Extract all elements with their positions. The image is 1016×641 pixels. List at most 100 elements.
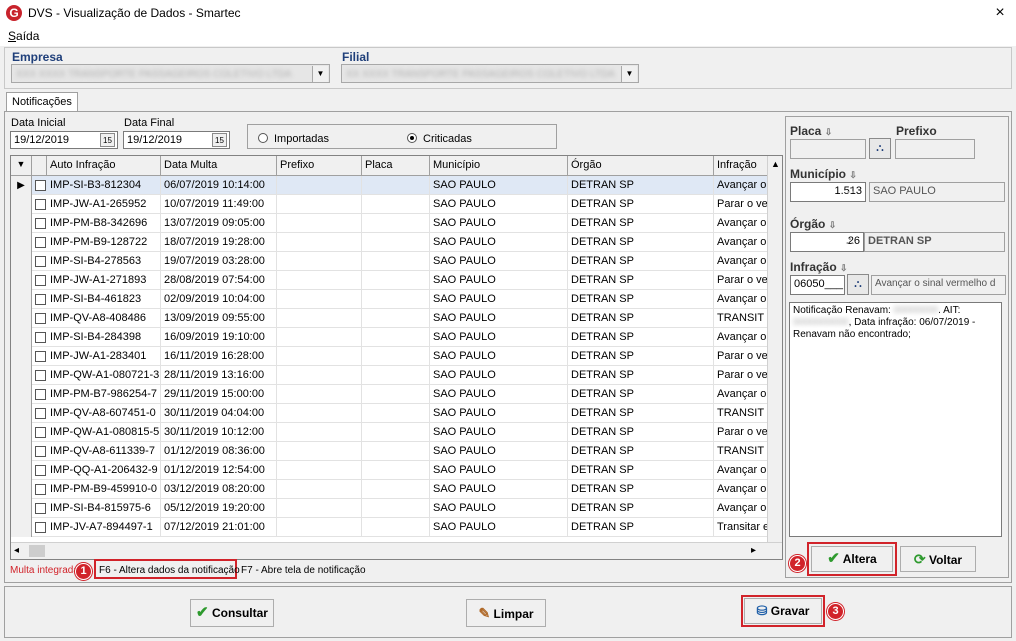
table-cell[interactable]: IMP-SI-B4-278563 [47, 252, 161, 271]
table-cell[interactable]: SAO PAULO [430, 423, 568, 442]
table-cell[interactable]: SAO PAULO [430, 366, 568, 385]
table-cell[interactable] [362, 442, 430, 461]
altera-button[interactable]: ✔ Altera [811, 546, 893, 572]
table-cell[interactable]: 28/11/2019 13:16:00 [161, 366, 277, 385]
table-cell[interactable]: Parar o ve [714, 195, 768, 214]
close-button[interactable]: × [986, 1, 1014, 25]
table-row[interactable]: IMP-SI-B4-284398 16/09/2019 19:10:00 SAO P… [11, 328, 768, 347]
table-cell[interactable] [362, 423, 430, 442]
table-cell[interactable]: TRANSIT [714, 442, 768, 461]
row-indicator[interactable] [11, 347, 32, 366]
row-indicator[interactable] [11, 252, 32, 271]
table-row[interactable]: IMP-QV-A8-408486 13/09/2019 09:55:00 SAO P… [11, 309, 768, 328]
menu-item-saida[interactable]: Saída [8, 29, 39, 43]
chevron-down-icon[interactable]: ▼ [312, 66, 328, 82]
table-cell[interactable] [362, 518, 430, 537]
table-row[interactable]: IMP-QW-A1-080815-5 30/11/2019 10:12:00 SAO… [11, 423, 768, 442]
scroll-up-icon[interactable]: ▲ [771, 159, 780, 169]
table-cell[interactable] [362, 271, 430, 290]
table-cell[interactable]: Avançar o [714, 385, 768, 404]
table-cell[interactable] [362, 480, 430, 499]
consultar-button[interactable]: ✔ Consultar [190, 599, 274, 627]
table-cell[interactable]: 16/11/2019 16:28:00 [161, 347, 277, 366]
table-cell[interactable]: Parar o ve [714, 347, 768, 366]
table-cell[interactable]: DETRAN SP [568, 423, 714, 442]
scroll-right-icon[interactable]: ▸ [751, 545, 756, 556]
table-cell[interactable]: DETRAN SP [568, 499, 714, 518]
col-infracao[interactable]: Infração [714, 156, 768, 176]
table-cell[interactable]: IMP-PM-B8-342696 [47, 214, 161, 233]
radio-importadas[interactable] [258, 133, 268, 143]
table-cell[interactable]: DETRAN SP [568, 252, 714, 271]
table-row[interactable]: IMP-PM-B9-128722 18/07/2019 19:28:00 SAO P… [11, 233, 768, 252]
table-row[interactable]: IMP-QV-A8-607451-0 30/11/2019 04:04:00 SAO… [11, 404, 768, 423]
table-cell[interactable] [362, 252, 430, 271]
table-cell[interactable] [362, 290, 430, 309]
table-cell[interactable] [362, 385, 430, 404]
scroll-thumb[interactable] [29, 545, 45, 557]
table-cell[interactable]: 29/11/2019 15:00:00 [161, 385, 277, 404]
table-cell[interactable] [277, 233, 362, 252]
table-cell[interactable]: DETRAN SP [568, 442, 714, 461]
table-cell[interactable] [277, 499, 362, 518]
table-cell[interactable] [277, 404, 362, 423]
table-cell[interactable]: IMP-QW-A1-080721-3 [47, 366, 161, 385]
table-cell[interactable] [277, 385, 362, 404]
table-cell[interactable]: Avançar o [714, 214, 768, 233]
calendar-icon[interactable]: 15 [212, 133, 227, 147]
limpar-button[interactable]: ✎ Limpar [466, 599, 546, 627]
row-checkbox[interactable] [35, 389, 46, 400]
table-cell[interactable]: Avançar o [714, 480, 768, 499]
row-checkbox[interactable] [35, 218, 46, 229]
row-indicator[interactable] [11, 423, 32, 442]
radio-criticadas[interactable] [407, 133, 417, 143]
table-cell[interactable] [362, 328, 430, 347]
table-row[interactable]: IMP-JW-A1-265952 10/07/2019 11:49:00 SAO P… [11, 195, 768, 214]
col-placa[interactable]: Placa [362, 156, 430, 176]
table-cell[interactable]: SAO PAULO [430, 176, 568, 195]
row-checkbox[interactable] [35, 465, 46, 476]
row-checkbox[interactable] [35, 199, 46, 210]
radio-importadas-label[interactable]: Importadas [274, 133, 329, 145]
table-cell[interactable]: IMP-JW-A1-283401 [47, 347, 161, 366]
table-cell[interactable]: Avançar o [714, 290, 768, 309]
table-cell[interactable]: SAO PAULO [430, 347, 568, 366]
table-cell[interactable]: DETRAN SP [568, 176, 714, 195]
table-cell[interactable]: TRANSIT [714, 309, 768, 328]
table-cell[interactable]: DETRAN SP [568, 347, 714, 366]
table-cell[interactable]: SAO PAULO [430, 499, 568, 518]
table-cell[interactable]: Transitar e [714, 518, 768, 537]
table-row[interactable]: IMP-QQ-A1-206432-9 01/12/2019 12:54:00 SAO… [11, 461, 768, 480]
table-cell[interactable] [277, 195, 362, 214]
notification-message-box[interactable]: Notificação Renavam: 00000000. AIT: 0000… [789, 302, 1002, 537]
table-cell[interactable]: 05/12/2019 19:20:00 [161, 499, 277, 518]
row-indicator[interactable] [11, 461, 32, 480]
table-cell[interactable]: DETRAN SP [568, 385, 714, 404]
table-row[interactable]: IMP-SI-B4-815975-6 05/12/2019 19:20:00 SAO… [11, 499, 768, 518]
row-checkbox[interactable] [35, 332, 46, 343]
binoculars-icon[interactable]: ⛬ [847, 184, 855, 197]
table-cell[interactable]: Avançar o [714, 499, 768, 518]
row-indicator[interactable] [11, 233, 32, 252]
table-cell[interactable] [277, 271, 362, 290]
table-cell[interactable]: IMP-PM-B7-986254-7 [47, 385, 161, 404]
row-checkbox[interactable] [35, 503, 46, 514]
table-cell[interactable]: IMP-QQ-A1-206432-9 [47, 461, 161, 480]
gravar-button[interactable]: ⛁ Gravar [744, 598, 822, 624]
table-cell[interactable]: SAO PAULO [430, 385, 568, 404]
table-cell[interactable]: Avançar o [714, 328, 768, 347]
notificacoes-grid[interactable]: ▼ Auto Infração Data Multa Prefixo Placa… [10, 155, 783, 560]
table-cell[interactable]: DETRAN SP [568, 309, 714, 328]
scroll-left-icon[interactable]: ◂ [14, 545, 19, 556]
table-cell[interactable]: 01/12/2019 12:54:00 [161, 461, 277, 480]
table-cell[interactable]: IMP-SI-B4-461823 [47, 290, 161, 309]
table-cell[interactable]: 10/07/2019 11:49:00 [161, 195, 277, 214]
table-cell[interactable]: SAO PAULO [430, 328, 568, 347]
table-row[interactable]: IMP-QW-A1-080721-3 28/11/2019 13:16:00 SAO… [11, 366, 768, 385]
table-cell[interactable]: Avançar o [714, 176, 768, 195]
table-cell[interactable]: DETRAN SP [568, 480, 714, 499]
table-cell[interactable]: IMP-SI-B4-815975-6 [47, 499, 161, 518]
col-municipio[interactable]: Município [430, 156, 568, 176]
table-row[interactable]: IMP-JW-A1-283401 16/11/2019 16:28:00 SAO P… [11, 347, 768, 366]
table-cell[interactable] [277, 480, 362, 499]
